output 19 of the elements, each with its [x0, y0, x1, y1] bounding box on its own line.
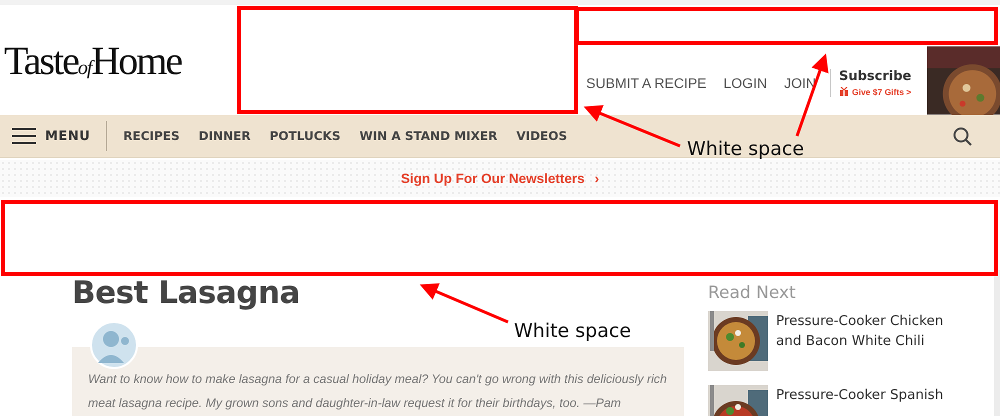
recipe-intro: Want to know how to make lasagna for a casual holiday meal? You can't go wrong with this deliciously rich meat lasagna recipe. My grown sons and daughter-in-law request it for their birthdays, too. —Pam: [88, 371, 668, 412]
newsletter-link[interactable]: Sign Up For Our Newsletters ›: [400, 171, 600, 186]
nav-link[interactable]: RECIPES: [123, 129, 180, 143]
read-next-heading: Read Next: [708, 283, 797, 303]
nav-link[interactable]: WIN A STAND MIXER: [359, 129, 498, 143]
article-link[interactable]: Pressure-Cooker Chicken and Bacon White Chili: [776, 311, 966, 371]
gift-offer-link[interactable]: Give $7 Gifts >: [838, 87, 927, 97]
nav-link[interactable]: DINNER: [198, 129, 251, 143]
header-link[interactable]: LOGIN: [724, 75, 768, 91]
annotation-label: White space: [514, 320, 632, 342]
recipe-title: Best Lasagna: [72, 275, 300, 311]
nav-link[interactable]: POTLUCKS: [270, 129, 340, 143]
annotation-label: White space: [687, 138, 804, 160]
nav-link[interactable]: VIDEOS: [516, 129, 568, 143]
menu-button[interactable]: MENU: [12, 121, 108, 151]
logo[interactable]: TasteofHome: [4, 37, 236, 84]
article-link[interactable]: Pressure-Cooker Spanish: [776, 385, 966, 416]
subscribe-title: Subscribe: [838, 69, 912, 84]
header-link[interactable]: SUBMIT A RECIPE: [586, 75, 706, 91]
